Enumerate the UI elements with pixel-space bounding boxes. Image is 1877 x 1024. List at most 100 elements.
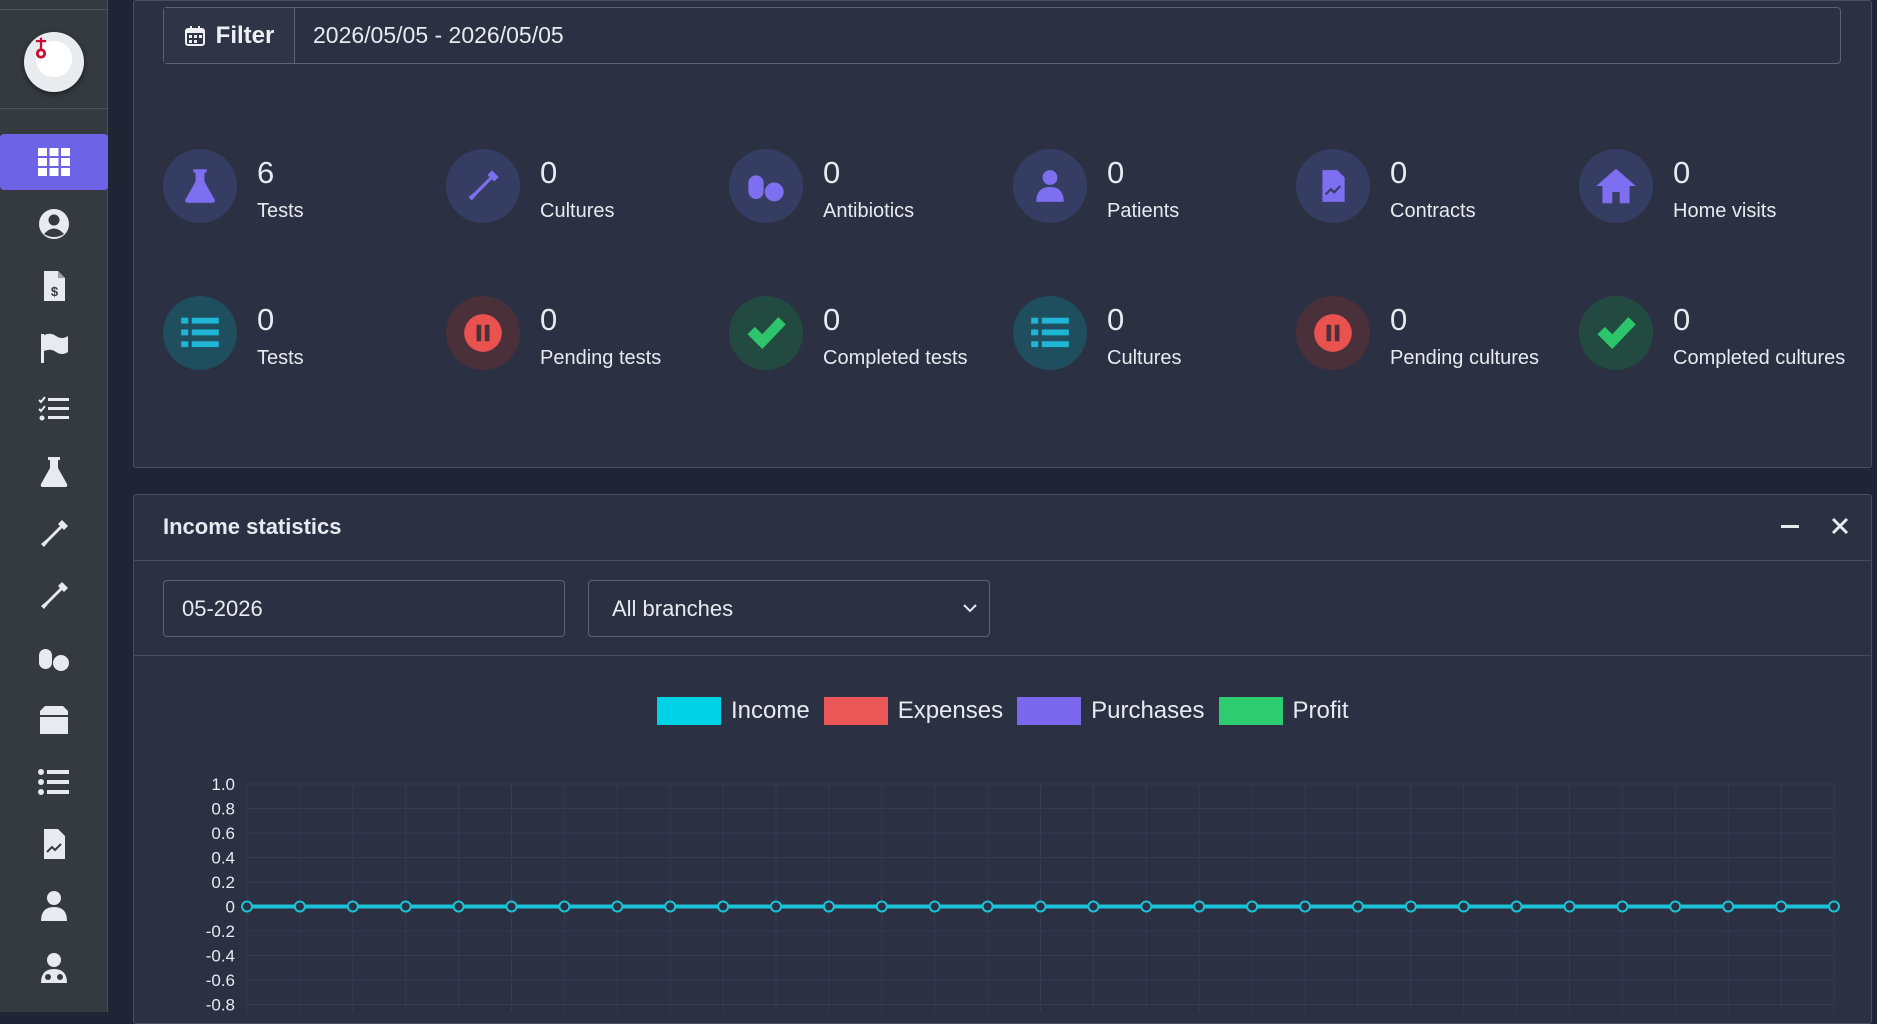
data-point[interactable] [1828,900,1840,913]
data-point[interactable] [1722,900,1735,913]
stat-icon-circle [446,149,520,223]
stat-contracts[interactable]: 0 Contracts [1296,149,1576,269]
date-filter[interactable]: Filter 2026/05/05 - 2026/05/05 [163,7,1841,64]
data-point[interactable] [664,900,677,913]
y-tick-label: 0.6 [211,824,235,843]
branch-select[interactable]: All branches [588,580,990,637]
stat-icon-circle [1579,149,1653,223]
logo-emblem-icon [35,37,47,59]
stat-label: Tests [257,347,304,369]
data-point[interactable] [1299,900,1311,913]
month-input[interactable]: 05-2026 [163,580,565,637]
data-point[interactable] [1034,900,1047,913]
stat-cultures-total[interactable]: 0 Cultures [446,149,726,269]
close-button[interactable] [1828,514,1852,538]
sidebar-item-contracts[interactable] [0,816,108,872]
sidebar-item-checklist[interactable] [0,382,108,438]
sidebar-item-inventory[interactable] [0,692,108,748]
data-point[interactable] [452,900,465,913]
stat-tests-total[interactable]: 6 Tests [163,149,443,269]
close-icon [1831,517,1849,535]
data-point[interactable] [928,900,941,913]
app-logo[interactable] [24,32,84,92]
calendar-icon [184,25,205,46]
data-point[interactable] [717,900,730,913]
legend-label: Expenses [897,697,1004,724]
data-point[interactable] [1351,900,1364,913]
sidebar-logo-divider [0,108,108,109]
data-point[interactable] [1087,900,1100,913]
legend-item-income[interactable]: Income [657,697,810,725]
stat-value: 0 [1673,155,1691,190]
user-circle-icon [39,209,69,239]
legend-item-expenses[interactable]: Expenses [823,697,1004,725]
sidebar-item-doctors[interactable] [0,878,108,934]
data-point[interactable] [770,900,782,913]
stat-cultures-status[interactable]: 0 Cultures [1013,296,1293,416]
data-point[interactable] [346,900,359,913]
data-point[interactable] [1775,900,1788,913]
data-point[interactable] [241,900,253,913]
legend-swatch [1017,697,1082,725]
contract-icon [1322,170,1345,202]
data-point[interactable] [1140,900,1153,913]
stat-value: 0 [1390,302,1408,337]
data-point[interactable] [822,900,835,913]
data-point[interactable] [1563,900,1576,913]
data-point[interactable] [1616,900,1629,913]
stat-value: 0 [257,302,275,337]
stat-icon-circle [1579,296,1653,370]
data-point[interactable] [875,900,888,913]
stat-patients[interactable]: 0 Patients [1013,149,1293,269]
legend-item-profit[interactable]: Profit [1218,697,1349,725]
stat-value: 0 [1673,302,1691,337]
data-point[interactable] [1246,900,1259,913]
svg-text:$: $ [51,284,59,299]
legend-item-purchases[interactable]: Purchases [1017,697,1205,725]
data-point[interactable] [1457,900,1470,913]
flag-icon [41,333,68,363]
collapse-button[interactable] [1778,514,1802,538]
list-icon [181,317,219,348]
sidebar-item-lists[interactable] [0,754,108,810]
data-point[interactable] [1510,900,1523,913]
sidebar-item-profile[interactable] [0,196,108,252]
minus-icon [1781,525,1799,528]
data-point[interactable] [505,900,518,913]
stat-tests-status[interactable]: 0 Tests [163,296,443,416]
sidebar-item-reports-flag[interactable] [0,320,108,376]
sidebar-item-users[interactable] [0,940,108,996]
sidebar-item-invoices[interactable]: $ [0,258,108,314]
data-point[interactable] [558,900,571,913]
data-point[interactable] [1193,900,1206,913]
stat-value: 0 [823,302,841,337]
stat-icon-circle [1013,149,1087,223]
doctor-icon [41,891,67,921]
data-point[interactable] [293,900,306,913]
data-point[interactable] [1669,900,1682,913]
data-point[interactable] [1404,900,1417,913]
stat-completed-cultures[interactable]: 0 Completed cultures [1579,296,1859,416]
stat-pending-cultures[interactable]: 0 Pending cultures [1296,296,1576,416]
stat-antibiotics[interactable]: 0 Antibiotics [729,149,1009,269]
sidebar-item-antibiotics[interactable] [0,630,108,686]
list-icon [38,769,69,795]
sidebar-item-cultures[interactable] [0,506,108,562]
chevron-down-icon [963,604,977,613]
stat-completed-tests[interactable]: 0 Completed tests [729,296,1009,416]
users-icon [41,953,67,983]
branch-select-value: All branches [612,595,734,621]
stat-pending-tests[interactable]: 0 Pending tests [446,296,726,416]
data-point[interactable] [981,900,994,913]
pipette-icon [41,582,68,609]
check-icon [1597,316,1636,350]
sidebar-item-tests[interactable] [0,444,108,500]
date-range-input[interactable]: 2026/05/05 - 2026/05/05 [295,8,1840,63]
stat-label: Tests [257,200,304,222]
data-point[interactable] [611,900,624,913]
sidebar-item-culture-options[interactable] [0,568,108,624]
data-point[interactable] [399,900,412,913]
sidebar-item-dashboard[interactable] [0,134,108,190]
stat-home-visits[interactable]: 0 Home visits [1579,149,1859,269]
home-icon [1596,168,1636,204]
